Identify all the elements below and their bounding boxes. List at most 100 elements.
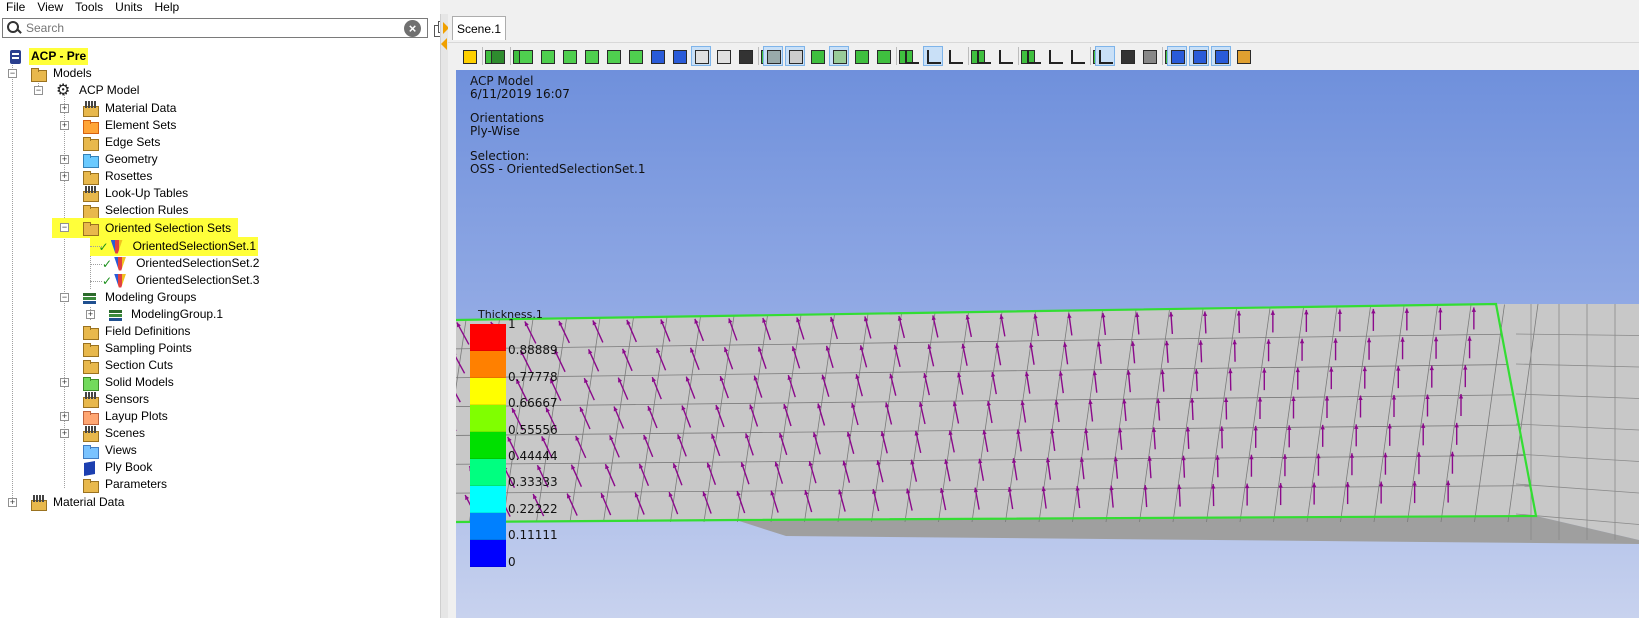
pick-icon[interactable] xyxy=(874,47,892,65)
normal-axis-icon[interactable] xyxy=(923,46,943,66)
tree-item-ply-book[interactable]: Ply Book xyxy=(60,459,154,476)
tree-item-sensors[interactable]: Sensors xyxy=(60,391,151,408)
draping-direction-icon[interactable] xyxy=(1024,47,1042,65)
annotation-text-icon[interactable] xyxy=(1189,46,1209,66)
draping-normal-icon[interactable] xyxy=(1068,47,1086,65)
menu-help[interactable]: Help xyxy=(155,0,180,14)
update-icon[interactable] xyxy=(460,47,478,65)
tree-item-lookup-tables[interactable]: Look-Up Tables xyxy=(60,185,190,202)
collapse-toggle-icon[interactable]: − xyxy=(34,86,43,95)
scene-toolbar xyxy=(448,42,1639,68)
tree-item-parameters[interactable]: Parameters xyxy=(60,476,169,493)
tree-item-solid-models[interactable]: + Solid Models xyxy=(60,374,176,391)
tree-label: Edge Sets xyxy=(105,135,161,149)
tree-item-oss-1[interactable]: ✓ OrientedSelectionSet.1 xyxy=(90,237,258,256)
tree-item-edge-sets[interactable]: Edge Sets xyxy=(60,134,162,151)
tab-scene-1[interactable]: Scene.1 xyxy=(452,16,506,40)
tree-item-geometry[interactable]: + Geometry xyxy=(60,151,160,168)
mesh-surface-icon[interactable] xyxy=(785,46,805,66)
solid-icon[interactable] xyxy=(852,47,870,65)
rotate-icon[interactable] xyxy=(691,46,711,66)
search-input[interactable] xyxy=(26,21,386,35)
3d-viewport[interactable]: ACP Model 6/11/2019 16:07 Orientations P… xyxy=(456,70,1639,618)
mesh-edges-icon[interactable] xyxy=(829,46,849,66)
menu-view[interactable]: View xyxy=(37,0,63,14)
tree-item-rosettes[interactable]: + Rosettes xyxy=(60,168,154,185)
toolbar-separator xyxy=(1090,47,1107,65)
tree-label: ModelingGroup.1 xyxy=(131,307,224,321)
collapse-toggle-icon[interactable]: − xyxy=(60,223,69,232)
view-front-icon[interactable] xyxy=(538,47,556,65)
tree-item-material-data-root[interactable]: + Material Data xyxy=(8,494,126,511)
fiber-direction-icon[interactable] xyxy=(974,47,992,65)
clear-search-icon[interactable]: × xyxy=(404,20,421,37)
expand-toggle-icon[interactable]: + xyxy=(86,310,95,319)
tree-item-modeling-groups[interactable]: − Modeling Groups xyxy=(60,289,198,306)
tree-item-sampling-points[interactable]: Sampling Points xyxy=(60,340,194,357)
view-top-icon[interactable] xyxy=(626,47,644,65)
tree-item-oss-3[interactable]: ✓ OrientedSelectionSet.3 xyxy=(90,272,261,289)
info-text-icon[interactable] xyxy=(1211,46,1231,66)
transverse-direction-icon[interactable] xyxy=(996,47,1014,65)
tree-item-modeling-group-1[interactable]: + ModelingGroup.1 xyxy=(86,306,225,323)
expand-toggle-icon[interactable]: + xyxy=(60,172,69,181)
tree-item-views[interactable]: Views xyxy=(60,442,139,459)
tree-item-layup-plots[interactable]: + Layup Plots xyxy=(60,408,170,425)
expand-toggle-icon[interactable]: + xyxy=(8,498,17,507)
menu-units[interactable]: Units xyxy=(115,0,142,14)
tree-label: Section Cuts xyxy=(105,358,174,372)
tree-item-element-sets[interactable]: + Element Sets xyxy=(60,117,178,134)
view-right-icon[interactable] xyxy=(604,47,622,65)
menu-file[interactable]: File xyxy=(6,0,25,14)
color-scale-icon[interactable] xyxy=(1234,47,1252,65)
scene-panel: Scene.1 ACP Model 6/11/2019 16:07 Orient… xyxy=(448,14,1639,618)
expand-toggle-icon[interactable]: + xyxy=(60,121,69,130)
collapse-toggle-icon[interactable]: − xyxy=(60,293,69,302)
tree-label: OrientedSelectionSet.2 xyxy=(136,256,260,270)
tree-item-models[interactable]: − Models xyxy=(8,65,94,82)
tree-item-section-cuts[interactable]: Section Cuts xyxy=(60,357,175,374)
expand-toggle-icon[interactable]: + xyxy=(60,155,69,164)
eye-icon[interactable] xyxy=(714,47,732,65)
view-back-icon[interactable] xyxy=(560,47,578,65)
view-iso-icon[interactable] xyxy=(516,47,534,65)
draping-transverse-icon[interactable] xyxy=(1046,47,1064,65)
tree-item-material-data[interactable]: + Material Data xyxy=(60,100,178,117)
tree-item-root[interactable]: ACP - Pre xyxy=(8,48,89,65)
search-box: × xyxy=(2,18,428,38)
expand-toggle-icon[interactable]: + xyxy=(60,412,69,421)
orientation-axis-icon[interactable] xyxy=(902,47,920,65)
panel-splitter[interactable] xyxy=(440,14,449,618)
camera-icon[interactable] xyxy=(736,47,754,65)
models-folder-icon xyxy=(30,66,47,82)
zoom-fit-icon[interactable] xyxy=(648,47,666,65)
legend-swatch xyxy=(470,351,506,378)
oriented-selection-set-icon xyxy=(110,239,126,255)
tree-item-oriented-selection-sets[interactable]: − Oriented Selection Sets xyxy=(52,218,238,238)
expand-toggle-icon[interactable]: + xyxy=(60,104,69,113)
legend-label: 1 xyxy=(508,317,516,331)
ruler-icon[interactable] xyxy=(1140,47,1158,65)
legend-icon[interactable] xyxy=(1167,46,1187,66)
export-excel-icon[interactable] xyxy=(488,47,506,65)
tree-item-scenes[interactable]: + Scenes xyxy=(60,425,147,442)
tree-label: Field Definitions xyxy=(105,324,191,338)
axes-triad-icon[interactable] xyxy=(1095,46,1115,66)
collapse-left-arrow-icon[interactable] xyxy=(441,38,447,50)
tree-item-oss-2[interactable]: ✓ OrientedSelectionSet.2 xyxy=(90,255,261,272)
tree-item-acp-model[interactable]: − ACP Model xyxy=(34,80,141,100)
perspective-icon[interactable] xyxy=(1118,47,1136,65)
search-icon xyxy=(6,20,22,36)
mesh-wireframe-icon[interactable] xyxy=(763,46,783,66)
expand-toggle-icon[interactable]: + xyxy=(60,378,69,387)
tree-label: ACP Model xyxy=(79,83,140,97)
tree-item-selection-rules[interactable]: Selection Rules xyxy=(60,202,190,219)
view-left-icon[interactable] xyxy=(582,47,600,65)
collapse-toggle-icon[interactable]: − xyxy=(8,69,17,78)
tree-item-field-definitions[interactable]: Field Definitions xyxy=(60,323,192,340)
mesh-shaded-icon[interactable] xyxy=(808,47,826,65)
expand-toggle-icon[interactable]: + xyxy=(60,429,69,438)
menu-tools[interactable]: Tools xyxy=(75,0,103,14)
reference-axis-icon[interactable] xyxy=(946,47,964,65)
zoom-box-icon[interactable] xyxy=(670,47,688,65)
